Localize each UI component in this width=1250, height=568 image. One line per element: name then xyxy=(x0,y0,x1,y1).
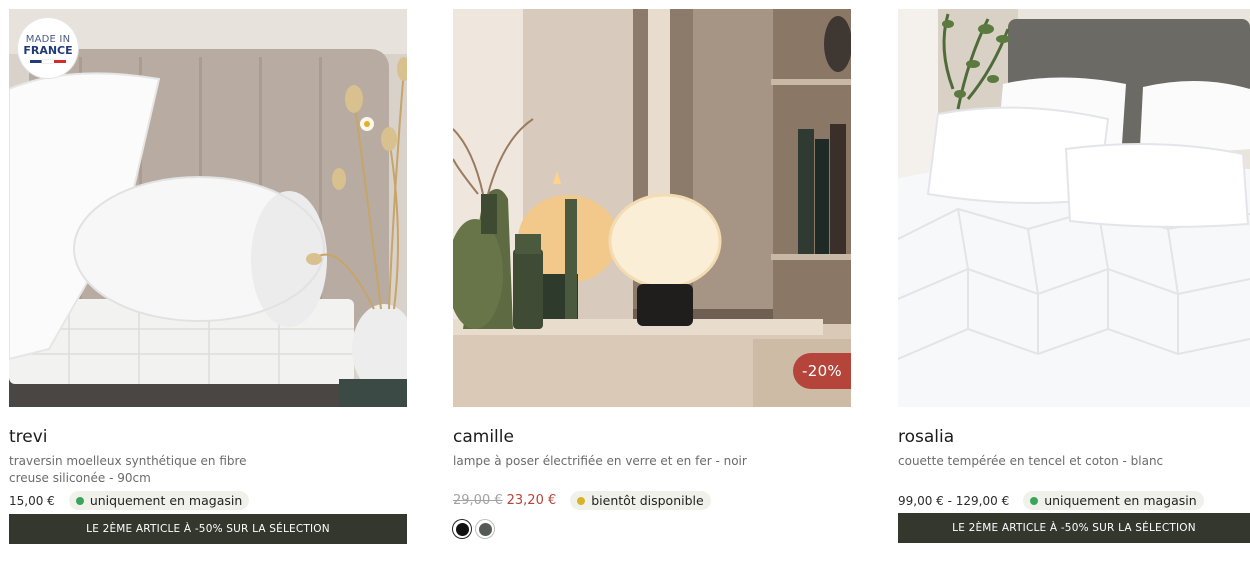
sale-price: 23,20 € xyxy=(506,493,557,508)
coming-soon-dot-icon xyxy=(577,496,586,505)
duvet-bed-photo xyxy=(898,9,1250,407)
product-name[interactable]: trevi xyxy=(9,427,407,447)
product-name[interactable]: rosalia xyxy=(898,427,1250,447)
product-description: couette tempérée en tencel et coton - bl… xyxy=(898,454,1164,468)
product-price: 99,00 € - 129,00 € xyxy=(898,493,1010,508)
availability-badge: uniquement en magasin xyxy=(1023,491,1204,510)
badge-line-2: FRANCE xyxy=(23,43,73,57)
french-flag-icon xyxy=(30,59,66,63)
badge-line-1: MADE IN xyxy=(25,33,71,45)
product-image-trevi[interactable]: MADE IN FRANCE xyxy=(9,9,407,407)
promo-banner[interactable]: LE 2ÈME ARTICLE À -50% SUR LA SÉLECTION xyxy=(898,513,1250,543)
product-image-rosalia[interactable] xyxy=(898,9,1250,407)
table-lamp-photo xyxy=(453,9,851,407)
promo-banner[interactable]: LE 2ÈME ARTICLE À -50% SUR LA SÉLECTION xyxy=(9,514,407,544)
product-description: traversin moelleux synthétique en fibre … xyxy=(9,454,247,485)
swatch-grey[interactable] xyxy=(476,520,494,538)
price-row: 15,00 € uniquement en magasin xyxy=(9,491,407,510)
old-price: 29,00 € xyxy=(453,493,503,508)
product-name[interactable]: camille xyxy=(453,427,851,447)
price-row: 99,00 € - 129,00 € uniquement en magasin xyxy=(898,491,1250,510)
product-card-camille[interactable]: -20% camille lampe à poser électrifiée e… xyxy=(453,9,851,538)
availability-badge: bientôt disponible xyxy=(570,491,711,510)
availability-label: uniquement en magasin xyxy=(1044,493,1197,508)
availability-label: bientôt disponible xyxy=(591,493,704,508)
product-price: 15,00 € xyxy=(9,493,55,508)
in-store-dot-icon xyxy=(75,496,84,505)
swatch-black[interactable] xyxy=(453,520,471,538)
color-swatches xyxy=(453,520,851,538)
availability-badge: uniquement en magasin xyxy=(68,491,250,510)
product-card-rosalia[interactable]: rosalia couette tempérée en tencel et co… xyxy=(898,9,1250,543)
price-row: 29,00 € 23,20 € bientôt disponible xyxy=(453,491,851,510)
discount-badge: -20% xyxy=(793,353,851,389)
product-description: lampe à poser électrifiée en verre et en… xyxy=(453,454,747,468)
availability-label: uniquement en magasin xyxy=(89,493,243,508)
product-image-camille[interactable]: -20% xyxy=(453,9,851,407)
product-card-trevi[interactable]: MADE IN FRANCE trevi traversin moelleux … xyxy=(9,9,407,544)
made-in-france-badge: MADE IN FRANCE xyxy=(18,18,78,78)
in-store-dot-icon xyxy=(1030,496,1039,505)
